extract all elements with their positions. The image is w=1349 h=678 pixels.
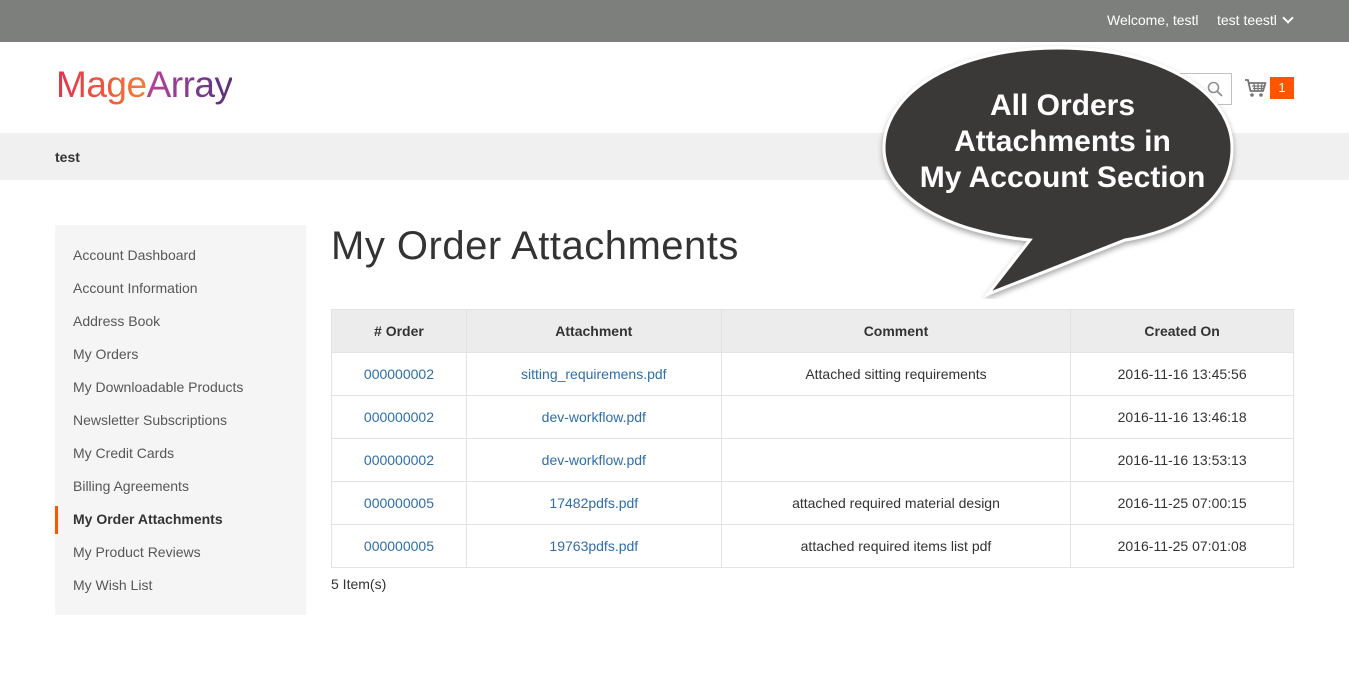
comment-cell: [720, 438, 1072, 482]
sidebar-item-wish-list[interactable]: My Wish List: [55, 569, 306, 602]
created-on-cell: 2016-11-16 13:53:13: [1070, 438, 1294, 482]
attachment-link[interactable]: dev-workflow.pdf: [465, 395, 722, 439]
attachment-link[interactable]: dev-workflow.pdf: [465, 438, 722, 482]
order-number-link[interactable]: 000000002: [331, 352, 467, 396]
attachment-link[interactable]: sitting_requiremens.pdf: [465, 352, 722, 396]
welcome-message: Welcome, testl: [1107, 12, 1199, 28]
account-sidebar: Account Dashboard Account Information Ad…: [55, 225, 306, 615]
cart-icon[interactable]: [1244, 76, 1268, 100]
account-menu-toggle[interactable]: test teestl: [1217, 12, 1294, 28]
table-row: 000000002 dev-workflow.pdf 2016-11-16 13…: [331, 395, 1294, 439]
comment-cell: attached required material design: [720, 481, 1072, 525]
created-on-cell: 2016-11-25 07:01:08: [1070, 524, 1294, 568]
attachments-table: # Order Attachment Comment Created On 00…: [331, 309, 1294, 568]
sidebar-item-downloadable-products[interactable]: My Downloadable Products: [55, 371, 306, 404]
sidebar-item-address-book[interactable]: Address Book: [55, 305, 306, 338]
callout-line-3: My Account Section: [919, 161, 1206, 194]
logo-text-array: Array: [146, 64, 233, 105]
site-logo[interactable]: MageArray: [56, 64, 233, 106]
order-number-link[interactable]: 000000005: [331, 481, 467, 525]
sidebar-item-order-attachments[interactable]: My Order Attachments: [55, 503, 306, 536]
order-number-link[interactable]: 000000005: [331, 524, 467, 568]
sidebar-item-account-dashboard[interactable]: Account Dashboard: [55, 239, 306, 272]
page-name: test: [55, 149, 80, 165]
cart-count-badge[interactable]: 1: [1270, 77, 1294, 99]
column-header-comment: Comment: [720, 309, 1072, 353]
comment-cell: [720, 395, 1072, 439]
sidebar-item-product-reviews[interactable]: My Product Reviews: [55, 536, 306, 569]
created-on-cell: 2016-11-16 13:46:18: [1070, 395, 1294, 439]
page-title: My Order Attachments: [331, 224, 739, 268]
order-number-link[interactable]: 000000002: [331, 395, 467, 439]
callout-line-1: All Orders: [989, 89, 1136, 122]
logo-text-mage: Mage: [56, 64, 147, 105]
column-header-attachment: Attachment: [465, 309, 722, 353]
order-number-link[interactable]: 000000002: [331, 438, 467, 482]
chevron-down-icon: [1282, 12, 1294, 24]
callout-text: All Orders Attachments in My Account Sec…: [900, 88, 1225, 196]
comment-cell: Attached sitting requirements: [720, 352, 1072, 396]
sidebar-item-billing-agreements[interactable]: Billing Agreements: [55, 470, 306, 503]
top-bar: Welcome, testl test teestl: [0, 0, 1349, 42]
column-header-order: # Order: [331, 309, 467, 353]
sidebar-item-newsletter-subscriptions[interactable]: Newsletter Subscriptions: [55, 404, 306, 437]
created-on-cell: 2016-11-16 13:45:56: [1070, 352, 1294, 396]
created-on-cell: 2016-11-25 07:00:15: [1070, 481, 1294, 525]
sidebar-item-credit-cards[interactable]: My Credit Cards: [55, 437, 306, 470]
sidebar-item-my-orders[interactable]: My Orders: [55, 338, 306, 371]
sidebar-item-account-information[interactable]: Account Information: [55, 272, 306, 305]
table-row: 000000005 17482pdfs.pdf attached require…: [331, 481, 1294, 525]
column-header-created-on: Created On: [1070, 309, 1294, 353]
account-name: test teestl: [1217, 12, 1277, 28]
table-row: 000000002 dev-workflow.pdf 2016-11-16 13…: [331, 438, 1294, 482]
attachment-link[interactable]: 19763pdfs.pdf: [465, 524, 722, 568]
comment-cell: attached required items list pdf: [720, 524, 1072, 568]
item-count: 5 Item(s): [331, 576, 387, 592]
callout-line-2: Attachments in: [954, 125, 1171, 158]
table-row: 000000005 19763pdfs.pdf attached require…: [331, 524, 1294, 568]
table-header-row: # Order Attachment Comment Created On: [331, 309, 1294, 353]
attachment-link[interactable]: 17482pdfs.pdf: [465, 481, 722, 525]
table-row: 000000002 sitting_requiremens.pdf Attach…: [331, 352, 1294, 396]
